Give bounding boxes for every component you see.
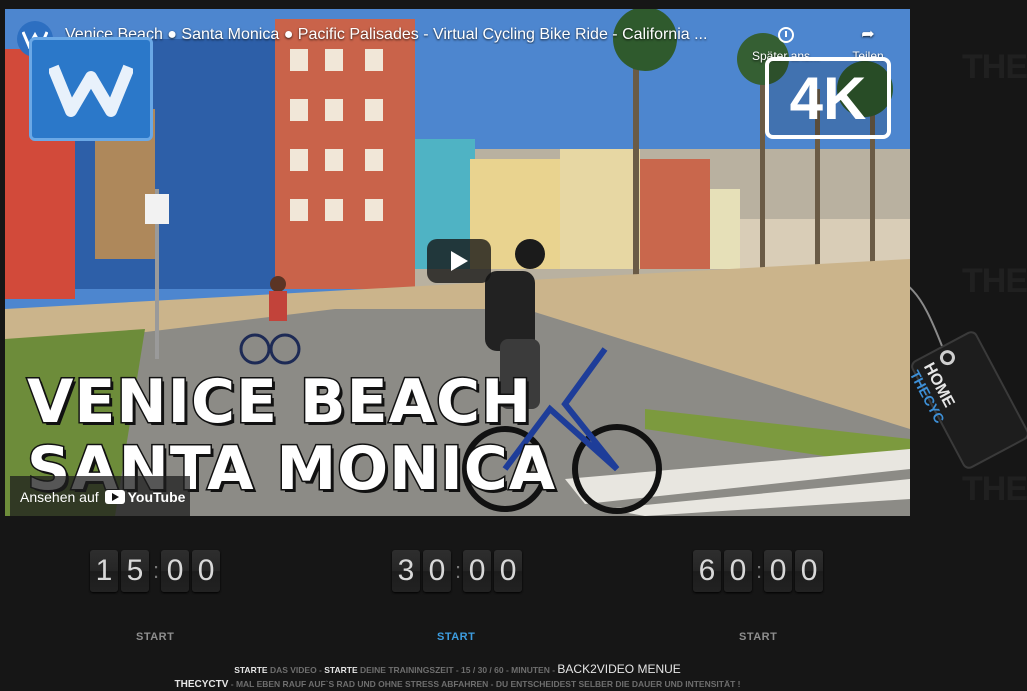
timer-digit: 0 (161, 550, 190, 592)
video-title[interactable]: Venice Beach ● Santa Monica ● Pacific Pa… (65, 26, 755, 44)
background-brand-mark: THECYC (962, 48, 1027, 86)
timer-digit: 0 (724, 550, 752, 592)
footer-brand: THECYCTV (174, 679, 229, 690)
play-icon (451, 251, 468, 271)
timer-digit: 0 (423, 550, 451, 592)
timer-digit: 1 (90, 550, 118, 592)
timer-digit: 0 (463, 550, 492, 592)
timer-colon: : (455, 558, 462, 583)
watch-on-label: Ansehen auf (20, 489, 99, 505)
footer-emphasis: STARTE (234, 665, 268, 675)
share-arrow-icon: ➦ (861, 26, 875, 43)
timer-digit: 0 (192, 550, 221, 592)
channel-logo-watermark (29, 37, 153, 141)
footer-instructions: STARTE DAS VIDEO - STARTE DEINE TRAINING… (0, 662, 915, 676)
timer-colon: : (153, 558, 160, 583)
timer-digit: 5 (121, 550, 149, 592)
timer-digit: 0 (764, 550, 793, 592)
youtube-play-icon (104, 490, 125, 504)
footer-tagline: THECYCTV - MAL EBEN RAUF AUF`S RAD UND O… (0, 679, 915, 690)
youtube-wordmark: YouTube (127, 489, 186, 505)
back2video-menu-link[interactable]: BACK2VIDEO MENUE (557, 662, 680, 676)
youtube-logo: YouTube (104, 489, 186, 505)
timer-colon: : (756, 558, 763, 583)
timer-30-minutes: 3 0 : 0 0 (392, 550, 525, 592)
start-30-button[interactable]: START (437, 631, 475, 643)
start-15-button[interactable]: START (136, 631, 174, 643)
timer-digit: 3 (392, 550, 420, 592)
play-button[interactable] (427, 239, 491, 283)
footer-tagline-text: - MAL EBEN RAUF AUF`S RAD UND OHNE STRES… (228, 679, 741, 689)
page: THECYC THECYC THECYC (0, 0, 1027, 691)
clock-icon (778, 27, 794, 43)
embedded-video-player[interactable]: Venice Beach ● Santa Monica ● Pacific Pa… (5, 9, 910, 516)
4k-badge: 4K (765, 57, 891, 139)
timer-digit: 0 (494, 550, 523, 592)
footer-text: DEINE TRAININGSZEIT - 15 / 30 / 60 - MIN… (357, 665, 558, 675)
timer-digit: 0 (795, 550, 824, 592)
watch-on-youtube-button[interactable]: Ansehen auf YouTube (10, 476, 190, 516)
start-60-button[interactable]: START (739, 631, 777, 643)
timer-digit: 6 (693, 550, 721, 592)
timer-15-minutes: 1 5 : 0 0 (90, 550, 223, 592)
channel-logo-icon (49, 64, 133, 117)
footer-emphasis: STARTE (324, 665, 358, 675)
timer-60-minutes: 6 0 : 0 0 (693, 550, 826, 592)
footer-text: DAS VIDEO - (267, 665, 325, 675)
overlay-title-line-1: VENICE BEACH (25, 366, 533, 439)
